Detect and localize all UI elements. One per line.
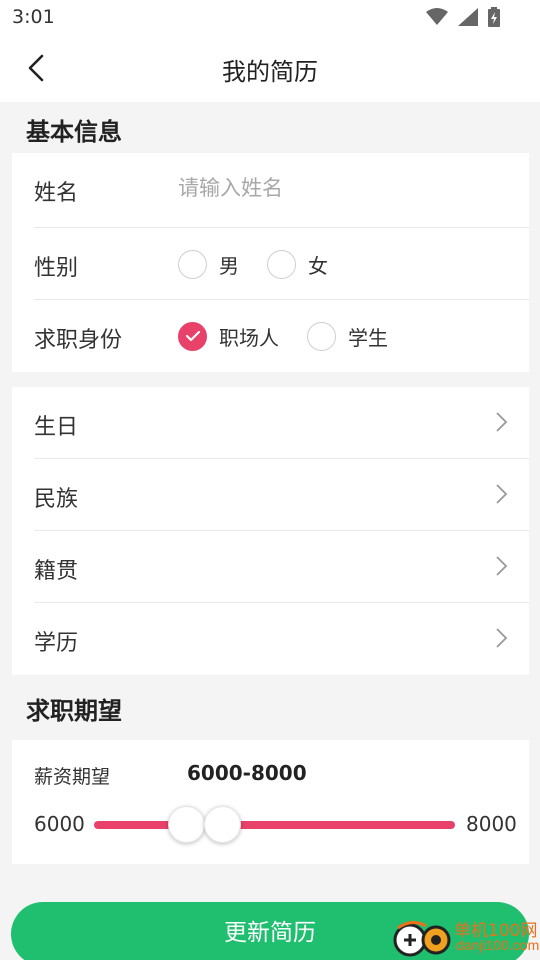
name-input[interactable] (178, 173, 508, 203)
salary-slider-thumb-low[interactable] (167, 806, 205, 843)
status-bar: 3:01 (0, 0, 540, 36)
signal-icon (458, 8, 478, 26)
identity-professional-radio[interactable]: 职场人 (178, 322, 279, 351)
radio-circle-checked (178, 322, 207, 351)
page-title: 我的简历 (222, 58, 318, 86)
chevron-right-icon (495, 483, 509, 509)
salary-slider-track[interactable] (94, 821, 455, 829)
salary-slider-thumb-high[interactable] (203, 806, 241, 843)
name-label: 姓名 (34, 181, 79, 206)
check-icon (185, 327, 201, 346)
wifi-icon (426, 8, 448, 26)
detail-label: 生日 (34, 415, 79, 440)
app-bar: 我的简历 (0, 36, 540, 102)
basic-info-card: 姓名 性别 男 女 求职身份 职场人 学生 (12, 153, 529, 372)
gender-female-label: 女 (308, 254, 328, 278)
chevron-right-icon (495, 411, 509, 437)
status-time: 3:01 (12, 6, 55, 28)
detail-row-hometown[interactable]: 籍贯 (34, 531, 529, 603)
radio-circle (178, 250, 207, 279)
section-title-basic-info: 基本信息 (26, 118, 122, 146)
detail-label: 民族 (34, 487, 79, 512)
detail-row-education[interactable]: 学历 (34, 603, 529, 675)
salary-card: 薪资期望 6000-8000 6000 8000 (12, 740, 529, 864)
watermark: 单机100网 danji100.com (392, 914, 540, 960)
salary-label: 薪资期望 (34, 766, 111, 788)
gender-row: 性别 男 女 (34, 228, 529, 300)
section-title-expectation: 求职期望 (26, 697, 122, 725)
gender-label: 性别 (34, 256, 79, 281)
gender-male-label: 男 (219, 254, 239, 278)
salary-value: 6000-8000 (187, 761, 307, 785)
detail-label: 学历 (34, 631, 79, 656)
chevron-right-icon (495, 627, 509, 653)
gender-male-radio[interactable]: 男 (178, 250, 239, 279)
radio-circle (307, 322, 336, 351)
identity-student-radio[interactable]: 学生 (307, 322, 388, 351)
detail-label: 籍贯 (34, 559, 79, 584)
gender-female-radio[interactable]: 女 (267, 250, 328, 279)
identity-student-label: 学生 (348, 326, 388, 350)
slider-max-label: 8000 (466, 812, 517, 836)
radio-circle (267, 250, 296, 279)
slider-min-label: 6000 (34, 812, 85, 836)
status-icons (426, 7, 500, 27)
detail-row-ethnicity[interactable]: 民族 (34, 459, 529, 531)
identity-label: 求职身份 (34, 328, 123, 353)
watermark-subtext: danji100.com (456, 937, 540, 953)
name-row: 姓名 (34, 153, 529, 228)
watermark-logo-icon (392, 918, 452, 960)
details-card: 生日 民族 籍贯 学历 (12, 387, 529, 675)
identity-row: 求职身份 职场人 学生 (34, 300, 529, 372)
chevron-right-icon (495, 555, 509, 581)
detail-row-birthday[interactable]: 生日 (34, 387, 529, 459)
identity-professional-label: 职场人 (219, 326, 279, 350)
battery-icon (488, 7, 500, 27)
